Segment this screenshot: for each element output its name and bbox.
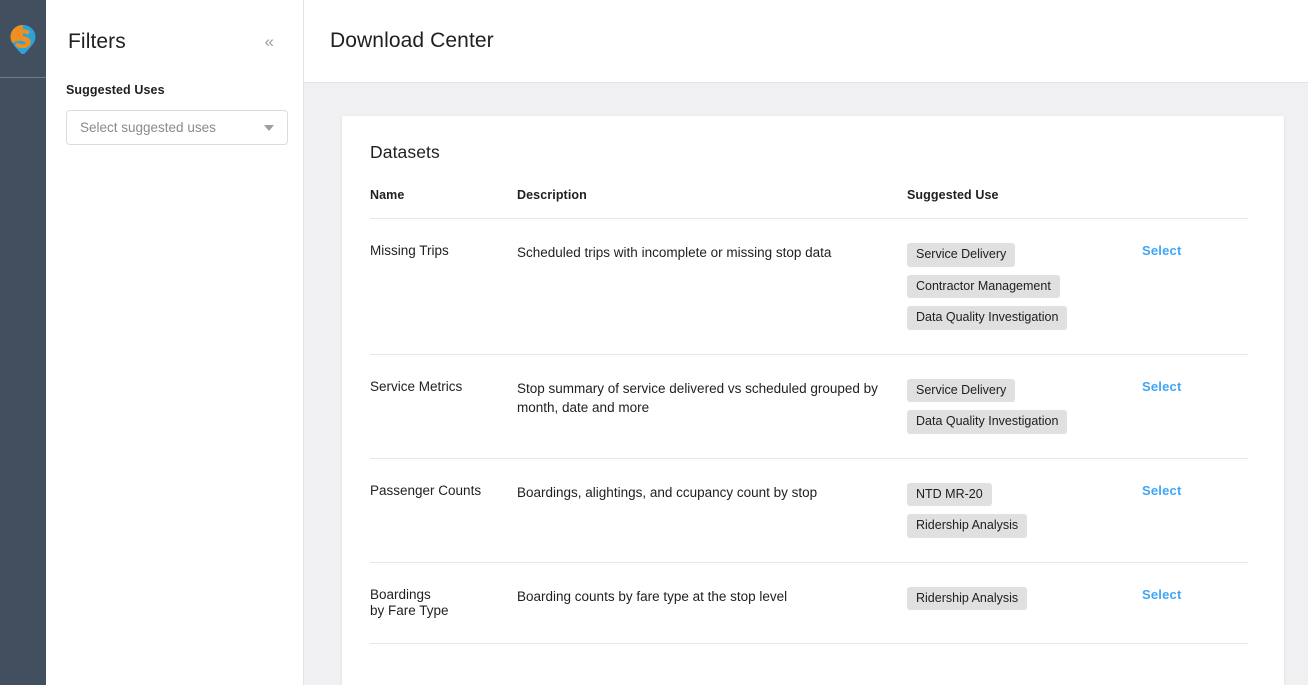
datasets-table-body: Missing Trips Scheduled trips with incomp…: [370, 218, 1248, 645]
table-row: Passenger Counts Boardings, alightings, a…: [370, 458, 1248, 563]
suggested-use-chip: NTD MR-20: [907, 482, 992, 506]
suggested-use-chip: Service Delivery: [907, 243, 1016, 267]
app-logo[interactable]: [0, 0, 46, 78]
dataset-name: Passenger Counts: [370, 458, 517, 563]
dataset-action-cell: Select: [1142, 562, 1248, 645]
datasets-card: Datasets Name Description Suggested Use: [342, 116, 1284, 685]
table-row: Service Metrics Stop summary of service d…: [370, 354, 1248, 459]
suggested-uses-select-placeholder: Select suggested uses: [80, 120, 216, 135]
table-header-row: Name Description Suggested Use: [370, 188, 1248, 219]
datasets-table: Name Description Suggested Use Missing T…: [370, 188, 1248, 645]
select-dataset-link[interactable]: Select: [1142, 587, 1182, 602]
dataset-name: Service Metrics: [370, 354, 517, 459]
filter-label-suggested-uses: Suggested Uses: [66, 83, 165, 97]
filters-header: Filters «: [46, 0, 303, 83]
dataset-action-cell: Select: [1142, 354, 1248, 459]
dataset-suggested-uses: Service Delivery Data Quality Investigati…: [907, 354, 1142, 459]
left-nav-rail: [0, 0, 46, 685]
dataset-name: Boardings by Fare Type: [370, 562, 517, 645]
datasets-card-title: Datasets: [370, 142, 440, 162]
suggested-use-chip: Data Quality Investigation: [907, 410, 1068, 434]
dataset-action-cell: Select: [1142, 218, 1248, 355]
suggested-use-chip: Contractor Management: [907, 274, 1060, 298]
filter-group-suggested-uses: Suggested Uses Select suggested uses: [46, 83, 303, 145]
datasets-table-head: Name Description Suggested Use: [370, 188, 1248, 219]
dataset-description: Stop summary of service delivered vs sch…: [517, 354, 907, 459]
chevron-double-left-icon[interactable]: «: [262, 31, 277, 52]
column-header-suggested-use: Suggested Use: [907, 188, 1142, 219]
dataset-description: Boarding counts by fare type at the stop…: [517, 562, 907, 645]
select-dataset-link[interactable]: Select: [1142, 243, 1182, 258]
dataset-name: Missing Trips: [370, 218, 517, 355]
column-header-name: Name: [370, 188, 517, 219]
dataset-suggested-uses: Service Delivery Contractor Management Dat…: [907, 218, 1142, 355]
chip-list: Service Delivery Data Quality Investigati…: [907, 378, 1142, 434]
filters-title: Filters: [68, 29, 126, 53]
select-dataset-link[interactable]: Select: [1142, 379, 1182, 394]
page-title: Download Center: [330, 29, 494, 52]
table-row: Missing Trips Scheduled trips with incomp…: [370, 218, 1248, 355]
dataset-suggested-uses: NTD MR-20 Ridership Analysis: [907, 458, 1142, 563]
suggested-use-chip: Ridership Analysis: [907, 586, 1028, 610]
filters-panel: Filters « Suggested Uses Select suggeste…: [46, 0, 304, 685]
dataset-suggested-uses: Ridership Analysis: [907, 562, 1142, 645]
main-content: Download Center Datasets Name Descriptio…: [304, 0, 1308, 685]
main-body: Datasets Name Description Suggested Use: [304, 83, 1308, 685]
dataset-description: Scheduled trips with incomplete or missi…: [517, 218, 907, 355]
column-header-description: Description: [517, 188, 907, 219]
column-header-action: [1142, 188, 1248, 219]
dataset-description: Boardings, alightings, and ccupancy coun…: [517, 458, 907, 563]
chip-list: NTD MR-20 Ridership Analysis: [907, 482, 1142, 538]
chip-list: Service Delivery Contractor Management Dat…: [907, 243, 1142, 330]
suggested-use-chip: Ridership Analysis: [907, 514, 1028, 538]
select-dataset-link[interactable]: Select: [1142, 483, 1182, 498]
dataset-action-cell: Select: [1142, 458, 1248, 563]
suggested-use-chip: Data Quality Investigation: [907, 306, 1068, 330]
page-header: Download Center: [304, 0, 1308, 83]
chevron-down-icon: [264, 124, 274, 131]
location-pin-s-logo-icon: [10, 24, 36, 54]
suggested-uses-select[interactable]: Select suggested uses: [66, 110, 288, 145]
table-row: Boardings by Fare Type Boarding counts by…: [370, 562, 1248, 645]
app-root: Filters « Suggested Uses Select suggeste…: [0, 0, 1308, 685]
suggested-use-chip: Service Delivery: [907, 378, 1016, 402]
chip-list: Ridership Analysis: [907, 586, 1142, 610]
